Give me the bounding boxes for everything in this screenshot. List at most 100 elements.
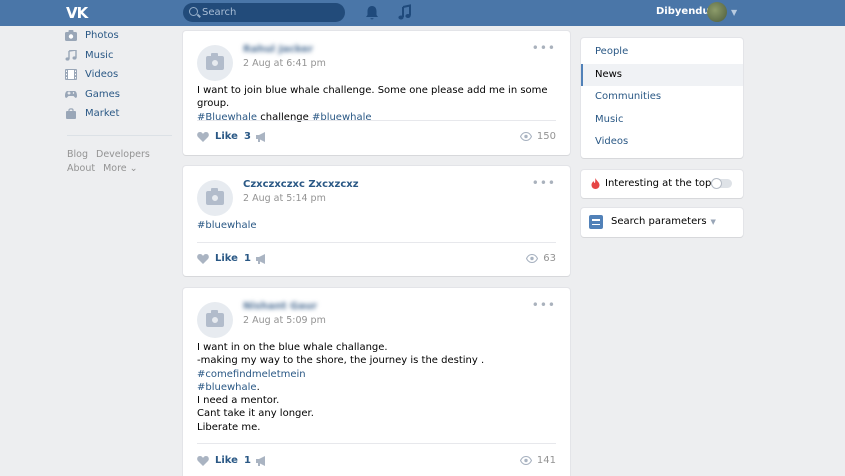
post-text-line: I want to join blue whale challenge. Som… — [197, 85, 548, 110]
views-count: 63 — [543, 253, 556, 264]
sliders-icon — [589, 215, 603, 229]
post-divider — [197, 120, 556, 121]
sidebar-item-market[interactable]: Market — [64, 104, 174, 124]
megaphone-icon[interactable] — [256, 254, 268, 264]
tab-news[interactable]: News — [581, 63, 743, 87]
megaphone-icon[interactable] — [256, 132, 268, 142]
sidebar-item-videos[interactable]: Videos — [64, 65, 174, 85]
more-options-icon[interactable]: ••• — [532, 298, 556, 312]
chevron-down-icon[interactable]: ▼ — [731, 8, 737, 17]
interesting-toggle[interactable] — [711, 178, 732, 189]
hashtag-link[interactable]: #comefindmeletmein — [197, 369, 306, 380]
views-counter: 63 — [526, 253, 556, 264]
more-options-icon[interactable]: ••• — [532, 176, 556, 190]
sidebar-item-label: Photos — [85, 30, 119, 42]
tab-videos[interactable]: Videos — [581, 131, 743, 154]
search-input[interactable] — [202, 6, 332, 19]
vk-logo[interactable]: VK — [66, 4, 90, 22]
sidebar-item-games[interactable]: Games — [64, 85, 174, 105]
sidebar-item-music[interactable]: Music — [64, 46, 174, 66]
post-card: Rahul Jacker 2 Aug at 6:41 pm ••• I want… — [183, 31, 570, 155]
post-date[interactable]: 2 Aug at 6:41 pm — [243, 58, 326, 69]
post-text-line: #comefindmeletmein — [197, 368, 484, 381]
like-label: Like — [215, 253, 238, 264]
megaphone-icon[interactable] — [256, 456, 268, 466]
search-section-nav: People News Communities Music Videos — [581, 38, 743, 158]
camera-placeholder-icon — [206, 188, 224, 205]
sidebar-divider — [67, 135, 172, 136]
like-button[interactable]: Like 1 — [197, 455, 251, 466]
author-avatar[interactable] — [197, 45, 233, 81]
post-actions: Like 3 150 — [197, 130, 556, 146]
sidebar-item-label: Videos — [85, 69, 119, 81]
tab-people[interactable]: People — [581, 41, 743, 64]
post-text-line: #bluewhale. — [197, 381, 484, 394]
more-options-icon[interactable]: ••• — [532, 41, 556, 55]
film-icon — [64, 69, 78, 81]
developers-link[interactable]: Developers — [96, 149, 150, 160]
sidebar-item-label: Games — [85, 88, 120, 100]
gamepad-icon — [64, 88, 78, 100]
sidebar-item-label: Music — [85, 49, 114, 61]
like-button[interactable]: Like 3 — [197, 131, 251, 142]
interesting-at-top-panel: Interesting at the top — [581, 170, 743, 198]
interesting-label: Interesting at the top — [605, 178, 712, 189]
music-icon — [64, 49, 78, 61]
blog-link[interactable]: Blog — [67, 149, 88, 160]
music-note-icon[interactable] — [397, 4, 413, 22]
left-sidebar: Photos Music Videos Games Market — [64, 26, 174, 124]
chevron-down-icon: ▼ — [710, 218, 716, 226]
views-count: 150 — [536, 131, 556, 142]
sidebar-item-photos[interactable]: Photos — [64, 26, 174, 46]
bag-icon — [64, 108, 78, 120]
post-divider — [197, 443, 556, 444]
views-counter: 141 — [519, 455, 556, 466]
search-parameters-panel[interactable]: Search parameters ▼ — [581, 208, 743, 237]
search-parameters-label: Search parameters ▼ — [611, 216, 716, 227]
tab-communities[interactable]: Communities — [581, 86, 743, 109]
user-avatar[interactable] — [707, 2, 727, 22]
eye-icon — [519, 456, 532, 465]
like-count: 3 — [243, 131, 251, 142]
more-link[interactable]: More ⌄ — [103, 163, 138, 174]
post-text-fragment: . — [256, 381, 260, 393]
post-text-line: -making my way to the shore, the journey… — [197, 355, 485, 367]
author-avatar[interactable] — [197, 180, 233, 216]
like-count: 1 — [243, 253, 251, 264]
post-text-line: Liberate me. — [197, 421, 261, 433]
fire-icon — [591, 178, 600, 189]
like-label: Like — [215, 131, 238, 142]
camera-placeholder-icon — [206, 310, 224, 327]
views-counter: 150 — [519, 131, 556, 142]
like-count: 1 — [243, 455, 251, 466]
post-author[interactable]: Czxczxczxc Zxcxzcxz — [243, 179, 359, 190]
views-count: 141 — [536, 455, 556, 466]
post-author[interactable]: Rahul Jacker — [243, 44, 313, 55]
post-card: Nishant Gaur 2 Aug at 5:09 pm ••• I want… — [183, 288, 570, 476]
top-header: VK Dibyendu ▼ — [0, 0, 845, 26]
search-box[interactable] — [183, 3, 345, 22]
post-author[interactable]: Nishant Gaur — [243, 301, 317, 312]
post-date[interactable]: 2 Aug at 5:14 pm — [243, 193, 326, 204]
like-button[interactable]: Like 1 — [197, 253, 251, 264]
camera-placeholder-icon — [206, 53, 224, 70]
post-divider — [197, 242, 556, 243]
like-label: Like — [215, 455, 238, 466]
post-date[interactable]: 2 Aug at 5:09 pm — [243, 315, 326, 326]
eye-icon — [519, 132, 532, 141]
heart-icon — [197, 254, 209, 264]
about-link[interactable]: About — [67, 163, 95, 174]
author-avatar[interactable] — [197, 302, 233, 338]
user-name[interactable]: Dibyendu — [656, 6, 710, 17]
hashtag-link[interactable]: #bluewhale — [197, 382, 257, 393]
tab-music[interactable]: Music — [581, 109, 743, 132]
hashtag-link[interactable]: #bluewhale — [197, 220, 257, 231]
heart-icon — [197, 132, 209, 142]
bell-icon[interactable] — [364, 4, 380, 22]
sidebar-footer-links: Blog Developers About More ⌄ — [67, 148, 177, 175]
post-text: I want in on the blue whale challange. -… — [197, 341, 484, 434]
camera-icon — [64, 30, 78, 42]
post-card: Czxczxczxc Zxcxzcxz 2 Aug at 5:14 pm •••… — [183, 166, 570, 276]
heart-icon — [197, 456, 209, 466]
post-actions: Like 1 141 — [197, 454, 556, 470]
